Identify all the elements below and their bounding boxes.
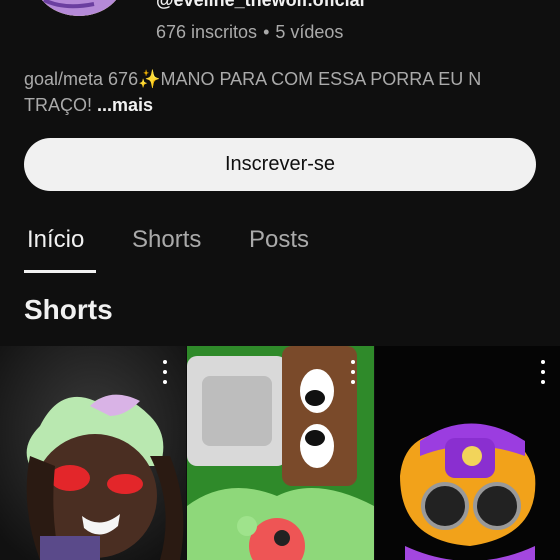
section-title-shorts: Shorts [24,294,113,325]
short-3-more-icon[interactable] [534,360,552,384]
description-line-2: TRAÇO! [24,95,98,115]
short-1-more-icon[interactable] [156,360,174,384]
subscribe-button[interactable]: Inscrever-se [24,138,536,191]
tab-posts[interactable]: Posts [249,226,309,254]
channel-avatar[interactable] [34,0,124,16]
short-thumbnail-2[interactable] [187,346,374,560]
channel-handle: @eveline_thewolf.oficial [156,0,365,10]
shorts-shelf [0,346,560,560]
more-link[interactable]: ...mais [97,95,153,115]
active-tab-indicator [24,270,96,273]
video-count: 5 vídeos [275,22,344,42]
short-2-more-icon[interactable] [344,360,362,384]
channel-stats: 676 inscritos • 5 vídeos [156,22,343,43]
channel-description[interactable]: goal/meta 676✨MANO PARA COM ESSA PORRA E… [24,66,536,118]
short-thumbnail-1[interactable] [0,346,186,560]
tab-inicio[interactable]: Início [27,226,84,254]
short-thumbnail-3[interactable] [375,346,560,560]
stats-separator: • [263,22,270,42]
description-line-1: goal/meta 676✨MANO PARA COM ESSA PORRA E… [24,69,482,89]
subscriber-count: 676 inscritos [156,22,258,42]
tab-shorts[interactable]: Shorts [132,226,201,254]
channel-tabs: Início Shorts Posts [0,220,560,274]
